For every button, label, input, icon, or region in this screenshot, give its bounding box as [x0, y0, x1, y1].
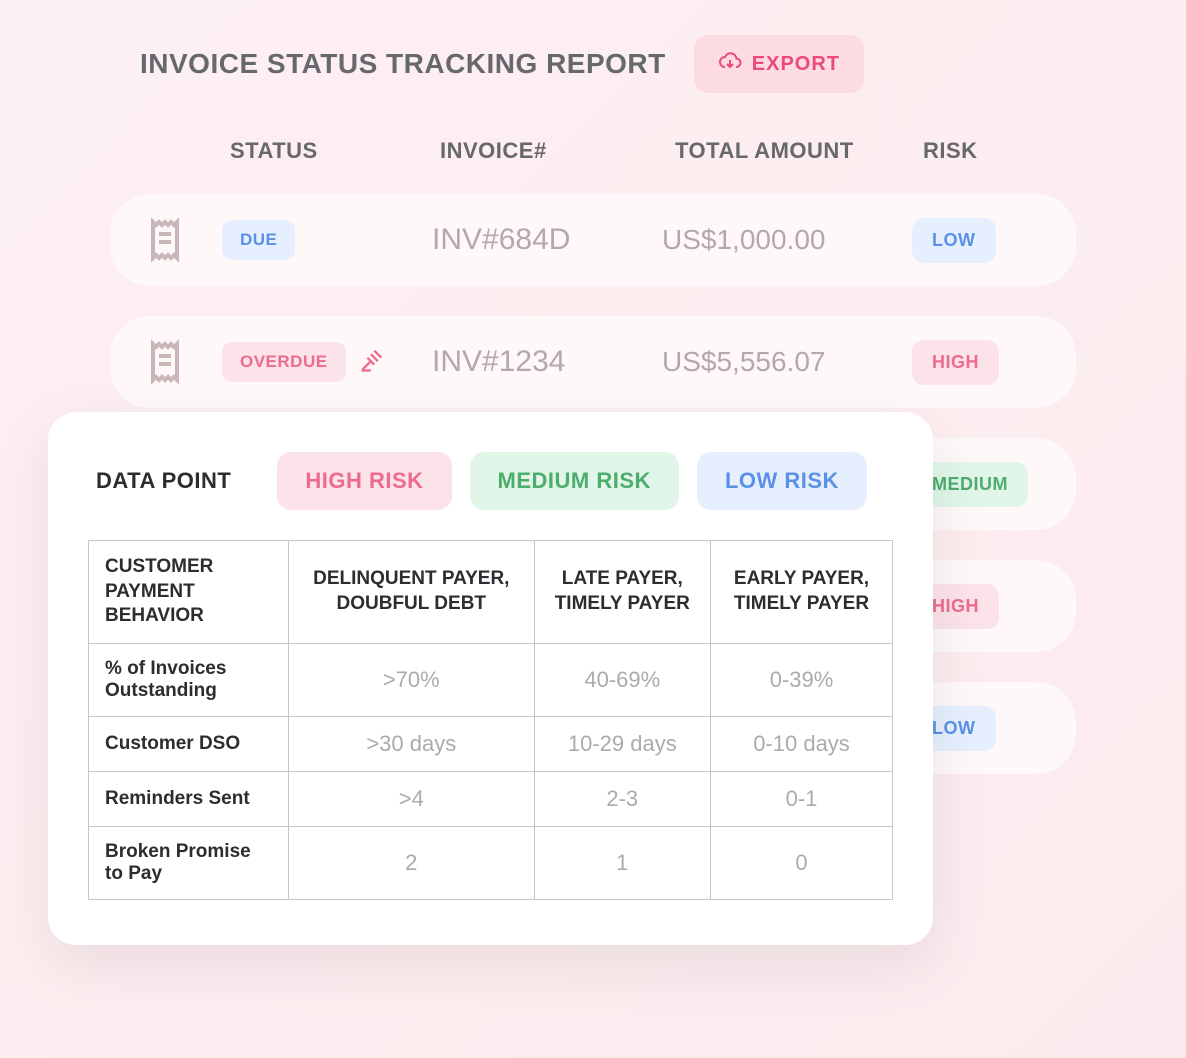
risk-cell: LOW [912, 218, 1048, 263]
matrix-header-low: EARLY PAYER, TIMELY PAYER [711, 541, 893, 644]
col-risk: RISK [923, 138, 978, 164]
column-headers: STATUS INVOICE# TOTAL AMOUNT RISK [0, 138, 1186, 164]
table-row[interactable]: OVERDUE INV#1234US$5,556.07HIGH [110, 316, 1076, 408]
status-badge: OVERDUE [222, 342, 346, 382]
export-button[interactable]: EXPORT [694, 35, 864, 93]
matrix-label: Customer DSO [89, 717, 289, 772]
matrix-value: 2-3 [534, 772, 710, 827]
matrix-value: 40-69% [534, 644, 710, 717]
matrix-row: Reminders Sent>42-30-1 [89, 772, 893, 827]
tab-medium-risk[interactable]: MEDIUM RISK [470, 452, 679, 510]
matrix-value: 1 [534, 827, 710, 900]
col-amount: TOTAL AMOUNT [675, 138, 923, 164]
receipt-icon [138, 216, 192, 264]
status-badge: DUE [222, 220, 295, 260]
matrix-label: Reminders Sent [89, 772, 289, 827]
matrix-value: 0-39% [711, 644, 893, 717]
matrix-value: >30 days [289, 717, 535, 772]
matrix-value: 0 [711, 827, 893, 900]
cloud-download-icon [718, 49, 742, 79]
matrix-header-behavior: CUSTOMER PAYMENT BEHAVIOR [89, 541, 289, 644]
receipt-icon [138, 338, 192, 386]
table-row[interactable]: DUE INV#684DUS$1,000.00LOW [110, 194, 1076, 286]
status-cell: DUE [222, 220, 432, 260]
status-cell: OVERDUE [222, 342, 432, 382]
matrix-label: Broken Promise to Pay [89, 827, 289, 900]
export-label: EXPORT [752, 53, 840, 76]
matrix-header-high: DELINQUENT PAYER, DOUBFUL DEBT [289, 541, 535, 644]
col-status: STATUS [230, 138, 440, 164]
matrix-row: Broken Promise to Pay210 [89, 827, 893, 900]
invoice-number: INV#684D [432, 223, 662, 257]
amount-value: US$5,556.07 [662, 346, 912, 378]
invoice-number: INV#1234 [432, 345, 662, 379]
page-title: INVOICE STATUS TRACKING REPORT [140, 48, 666, 80]
tab-low-risk[interactable]: LOW RISK [697, 452, 867, 510]
matrix-row: % of Invoices Outstanding>70%40-69%0-39% [89, 644, 893, 717]
tab-high-risk[interactable]: HIGH RISK [277, 452, 451, 510]
matrix-value: 0-1 [711, 772, 893, 827]
risk-cell: HIGH [912, 340, 1048, 385]
matrix-value: >70% [289, 644, 535, 717]
risk-badge[interactable]: HIGH [912, 340, 999, 385]
matrix-value: 2 [289, 827, 535, 900]
col-invoice: INVOICE# [440, 138, 675, 164]
risk-badge[interactable]: LOW [912, 218, 996, 263]
matrix-value: 10-29 days [534, 717, 710, 772]
tab-data-point[interactable]: DATA POINT [88, 452, 259, 510]
matrix-value: 0-10 days [711, 717, 893, 772]
matrix-value: >4 [289, 772, 535, 827]
risk-matrix-popup: DATA POINT HIGH RISK MEDIUM RISK LOW RIS… [48, 412, 933, 945]
gavel-icon [358, 346, 386, 379]
risk-matrix-table: CUSTOMER PAYMENT BEHAVIOR DELINQUENT PAY… [88, 540, 893, 900]
amount-value: US$1,000.00 [662, 224, 912, 256]
matrix-row: Customer DSO>30 days10-29 days0-10 days [89, 717, 893, 772]
matrix-label: % of Invoices Outstanding [89, 644, 289, 717]
matrix-header-medium: LATE PAYER, TIMELY PAYER [534, 541, 710, 644]
